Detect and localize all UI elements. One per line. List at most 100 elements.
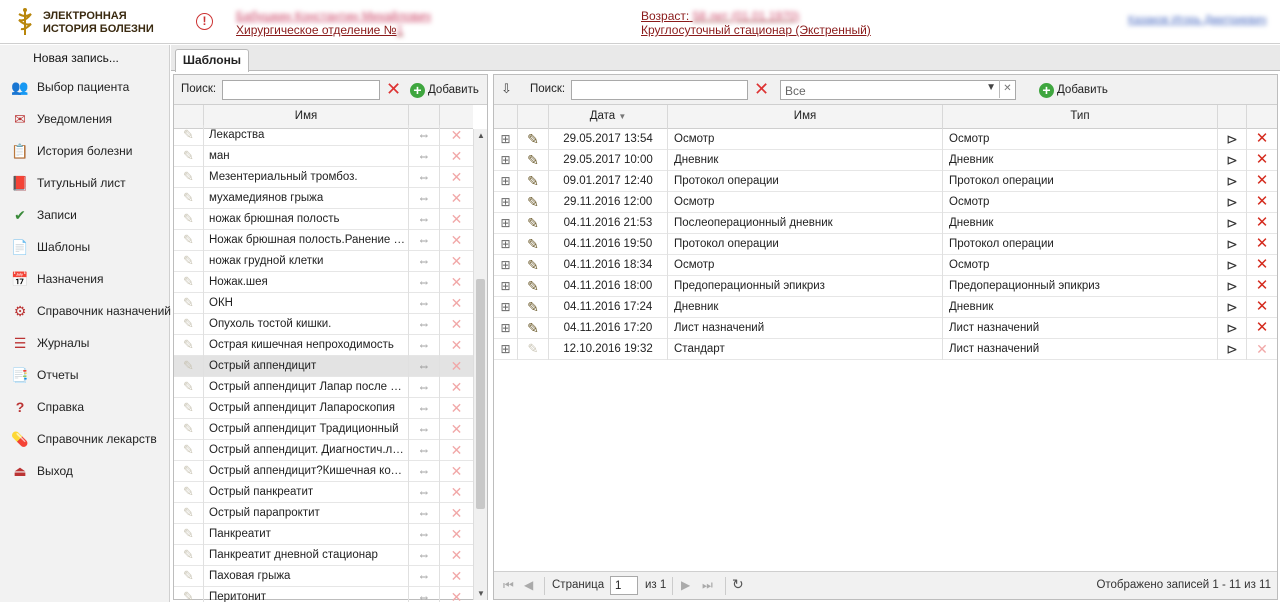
delete-icon[interactable]: ✕ — [440, 440, 473, 461]
link-icon[interactable]: ⇔ — [409, 398, 440, 419]
record-row[interactable]: ⊞ ✎ 29.05.2017 13:54 Осмотр Осмотр ⊳ ✕ — [494, 129, 1277, 150]
link-icon[interactable]: ⇔ — [409, 419, 440, 440]
record-row[interactable]: ⊞ ✎ 29.11.2016 12:00 Осмотр Осмотр ⊳ ✕ — [494, 192, 1277, 213]
edit-pencil-icon[interactable]: ✎ — [174, 251, 204, 272]
edit-pencil-icon[interactable]: ✎ — [174, 419, 204, 440]
link-icon[interactable]: ⇔ — [409, 272, 440, 293]
edit-pencil-icon[interactable]: ✎ — [174, 461, 204, 482]
edit-pencil-icon[interactable]: ✎ — [518, 339, 549, 360]
delete-icon[interactable]: ✕ — [440, 566, 473, 587]
edit-pencil-icon[interactable]: ✎ — [174, 314, 204, 335]
link-icon[interactable]: ⇔ — [409, 377, 440, 398]
alert-icon[interactable]: ! — [196, 13, 213, 30]
link-icon[interactable]: ⇔ — [409, 524, 440, 545]
link-icon[interactable]: ⇔ — [409, 146, 440, 167]
template-row[interactable]: ✎ Острый парапроктит ⇔ ✕ — [174, 503, 473, 524]
user-name-link[interactable]: Казаков Игорь Дмитриевич — [1128, 14, 1267, 26]
right-search-input[interactable] — [571, 80, 748, 100]
play-icon[interactable]: ⊳ — [1218, 276, 1247, 297]
link-icon[interactable]: ⇔ — [409, 188, 440, 209]
filter-clear-icon[interactable]: ✕ — [999, 80, 1015, 98]
expand-plus-icon[interactable]: ⊞ — [494, 213, 518, 234]
stay-type-link[interactable]: Круглосуточный стационар (Экстренный) — [641, 23, 871, 37]
play-icon[interactable]: ⊳ — [1218, 171, 1247, 192]
edit-pencil-icon[interactable]: ✎ — [518, 297, 549, 318]
delete-icon[interactable]: ✕ — [1247, 213, 1277, 234]
expand-plus-icon[interactable]: ⊞ — [494, 318, 518, 339]
edit-pencil-icon[interactable]: ✎ — [174, 146, 204, 167]
template-row[interactable]: ✎ Панкреатит дневной стационар ⇔ ✕ — [174, 545, 473, 566]
link-icon[interactable]: ⇔ — [409, 125, 440, 146]
delete-icon[interactable]: ✕ — [440, 545, 473, 566]
template-row[interactable]: ✎ Ножак брюшная полость.Ранение ж... ⇔ ✕ — [174, 230, 473, 251]
next-page-icon[interactable]: ▶ — [681, 578, 690, 592]
scroll-down-icon[interactable]: ▼ — [477, 589, 485, 598]
link-icon[interactable]: ⇔ — [409, 251, 440, 272]
scrollbar-thumb[interactable] — [476, 279, 485, 509]
edit-pencil-icon[interactable]: ✎ — [174, 587, 204, 602]
right-add-button[interactable]: + Добавить — [1039, 81, 1108, 99]
edit-pencil-icon[interactable]: ✎ — [174, 293, 204, 314]
expand-plus-icon[interactable]: ⊞ — [494, 297, 518, 318]
sidebar-item[interactable]: ✔ Записи — [10, 204, 77, 226]
template-row[interactable]: ✎ Острая кишечная непроходимость ⇔ ✕ — [174, 335, 473, 356]
link-icon[interactable]: ⇔ — [409, 545, 440, 566]
sidebar-item[interactable]: 💊 Справочник лекарств — [10, 428, 156, 450]
record-row[interactable]: ⊞ ✎ 09.01.2017 12:40 Протокол операции Прото… — [494, 171, 1277, 192]
play-icon[interactable]: ⊳ — [1218, 129, 1247, 150]
edit-pencil-icon[interactable]: ✎ — [518, 150, 549, 171]
delete-icon[interactable]: ✕ — [440, 209, 473, 230]
edit-pencil-icon[interactable]: ✎ — [518, 255, 549, 276]
link-icon[interactable]: ⇔ — [409, 167, 440, 188]
delete-icon[interactable]: ✕ — [1247, 339, 1277, 360]
delete-icon[interactable]: ✕ — [440, 230, 473, 251]
expand-plus-icon[interactable]: ⊞ — [494, 150, 518, 171]
edit-pencil-icon[interactable]: ✎ — [174, 566, 204, 587]
record-row[interactable]: ⊞ ✎ 04.11.2016 21:53 Послеоперационный днев… — [494, 213, 1277, 234]
col-name-header[interactable]: Имя — [668, 105, 943, 129]
delete-icon[interactable]: ✕ — [440, 125, 473, 146]
template-row[interactable]: ✎ Острый панкреатит ⇔ ✕ — [174, 482, 473, 503]
delete-icon[interactable]: ✕ — [440, 503, 473, 524]
link-icon[interactable]: ⇔ — [409, 503, 440, 524]
template-row[interactable]: ✎ Опухоль тостой кишки. ⇔ ✕ — [174, 314, 473, 335]
record-row[interactable]: ⊞ ✎ 04.11.2016 18:00 Предоперационный эпикр… — [494, 276, 1277, 297]
delete-icon[interactable]: ✕ — [440, 167, 473, 188]
template-row[interactable]: ✎ Острый аппендицит Традиционный ⇔ ✕ — [174, 419, 473, 440]
delete-icon[interactable]: ✕ — [1247, 192, 1277, 213]
template-row[interactable]: ✎ Паховая грыжа ⇔ ✕ — [174, 566, 473, 587]
delete-icon[interactable]: ✕ — [440, 524, 473, 545]
link-icon[interactable]: ⇔ — [409, 356, 440, 377]
sidebar-item[interactable]: 📋 История болезни — [10, 140, 132, 162]
delete-icon[interactable]: ✕ — [440, 335, 473, 356]
scroll-up-icon[interactable]: ▲ — [477, 131, 485, 140]
export-arrow-icon[interactable]: ⇩ — [501, 81, 512, 97]
refresh-icon[interactable]: ↻ — [732, 576, 744, 593]
edit-pencil-icon[interactable]: ✎ — [174, 524, 204, 545]
tab-templates[interactable]: Шаблоны — [175, 49, 249, 72]
delete-icon[interactable]: ✕ — [440, 398, 473, 419]
play-icon[interactable]: ⊳ — [1218, 192, 1247, 213]
edit-pencil-icon[interactable]: ✎ — [174, 398, 204, 419]
edit-pencil-icon[interactable]: ✎ — [518, 213, 549, 234]
delete-icon[interactable]: ✕ — [440, 377, 473, 398]
link-icon[interactable]: ⇔ — [409, 566, 440, 587]
sidebar-item[interactable]: ⚙ Справочник назначений — [10, 300, 171, 322]
edit-pencil-icon[interactable]: ✎ — [518, 276, 549, 297]
edit-pencil-icon[interactable]: ✎ — [518, 171, 549, 192]
delete-icon[interactable]: ✕ — [440, 587, 473, 602]
template-row[interactable]: ✎ ман ⇔ ✕ — [174, 146, 473, 167]
template-row[interactable]: ✎ Лекарства ⇔ ✕ — [174, 125, 473, 146]
edit-pencil-icon[interactable]: ✎ — [174, 377, 204, 398]
template-row[interactable]: ✎ Острый аппендицит?Кишечная коли... ⇔ ✕ — [174, 461, 473, 482]
prev-page-icon[interactable]: ◀ — [524, 578, 533, 592]
edit-pencil-icon[interactable]: ✎ — [174, 335, 204, 356]
delete-icon[interactable]: ✕ — [440, 314, 473, 335]
expand-plus-icon[interactable]: ⊞ — [494, 276, 518, 297]
edit-pencil-icon[interactable]: ✎ — [174, 209, 204, 230]
sidebar-item[interactable]: 📅 Назначения — [10, 268, 103, 290]
template-row[interactable]: ✎ Ножак.шея ⇔ ✕ — [174, 272, 473, 293]
edit-pencil-icon[interactable]: ✎ — [174, 545, 204, 566]
first-page-icon[interactable]: ⏮ — [503, 578, 514, 593]
edit-pencil-icon[interactable]: ✎ — [174, 440, 204, 461]
